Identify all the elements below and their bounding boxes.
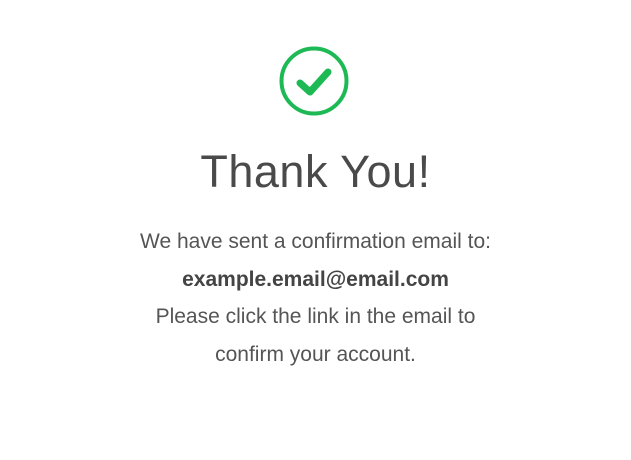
- confirmation-message: We have sent a confirmation email to: ex…: [0, 223, 631, 373]
- message-line-sent: We have sent a confirmation email to:: [140, 230, 491, 253]
- message-line-confirm: confirm your account.: [215, 342, 416, 366]
- email-address: example.email@email.com: [182, 267, 449, 291]
- page-title: Thank You!: [200, 146, 431, 197]
- message-line-click: Please click the link in the email to: [155, 305, 476, 328]
- check-circle-icon: [279, 46, 349, 116]
- confirmation-page: Thank You! We have sent a confirmation e…: [0, 0, 631, 460]
